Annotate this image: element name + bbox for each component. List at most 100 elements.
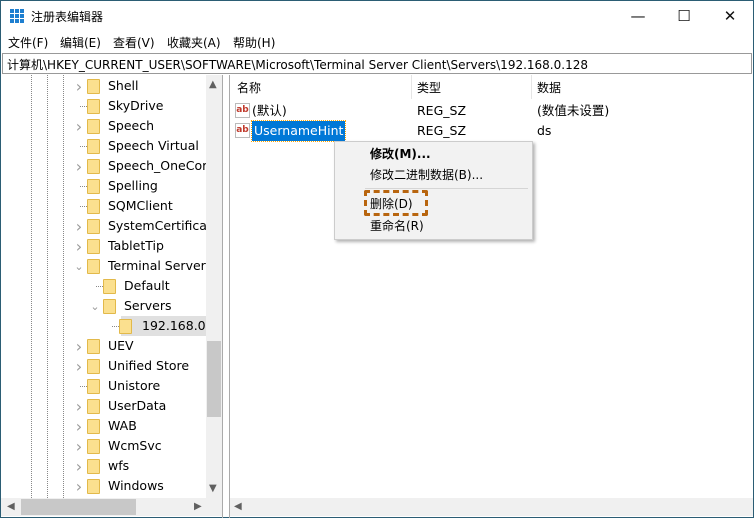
folder-icon xyxy=(87,359,100,374)
tree-item[interactable]: Terminal Server Client xyxy=(87,256,222,276)
menu-bar: 文件(F) 编辑(E) 查看(V) 收藏夹(A) 帮助(H) xyxy=(1,31,753,53)
menu-item-modify[interactable]: 修改(M)... xyxy=(370,144,431,164)
value-name: (默认) xyxy=(252,103,287,118)
menu-item-modify-binary[interactable]: 修改二进制数据(B)... xyxy=(370,165,483,185)
string-value-icon: ab xyxy=(235,123,250,138)
folder-icon xyxy=(87,139,100,154)
tree-item-label: Unified Store xyxy=(108,358,190,373)
chevron-down-icon[interactable]: ⌄ xyxy=(90,297,100,317)
tree-item[interactable]: Unified Store xyxy=(87,356,222,376)
minimize-button[interactable]: — xyxy=(615,1,661,31)
scroll-down-icon[interactable]: ▼ xyxy=(209,483,217,494)
column-header-type[interactable]: 类型 xyxy=(417,78,441,98)
chevron-right-icon[interactable]: › xyxy=(74,397,84,417)
chevron-right-icon[interactable]: › xyxy=(74,357,84,377)
column-header-data[interactable]: 数据 xyxy=(537,78,561,98)
value-data: ds xyxy=(537,123,552,138)
tree-item-label: WcmSvc xyxy=(108,438,162,453)
value-type: REG_SZ xyxy=(417,123,467,138)
folder-icon xyxy=(103,279,116,294)
chevron-right-icon[interactable]: › xyxy=(74,477,84,497)
folder-icon xyxy=(103,299,116,314)
menu-edit[interactable]: 编辑(E) xyxy=(60,34,101,51)
tree-item[interactable]: UserData xyxy=(87,396,222,416)
folder-icon xyxy=(87,439,100,454)
tree-item-label: SkyDrive xyxy=(108,98,164,113)
close-button[interactable]: ✕ xyxy=(707,1,753,31)
scroll-right-icon[interactable]: ▶ xyxy=(194,501,202,512)
chevron-right-icon[interactable]: › xyxy=(74,237,84,257)
tree-item[interactable]: Speech xyxy=(87,116,222,136)
chevron-right-icon[interactable]: › xyxy=(74,337,84,357)
chevron-right-icon[interactable]: › xyxy=(74,77,84,97)
tree-item[interactable]: TabletTip xyxy=(87,236,222,256)
folder-icon xyxy=(119,319,132,334)
chevron-right-icon[interactable]: › xyxy=(74,217,84,237)
tree-pane: › Shell SkyDrive › Speech Speech Virtual › Spee… xyxy=(1,75,223,518)
chevron-right-icon[interactable]: › xyxy=(74,437,84,457)
tree-item[interactable]: Speech_OneCore xyxy=(87,156,222,176)
title-bar: 注册表编辑器 — ☐ ✕ xyxy=(1,1,753,31)
tree-horizontal-scrollbar[interactable]: ◀ ▶ xyxy=(1,498,222,516)
scroll-up-icon[interactable]: ▲ xyxy=(209,79,217,90)
menu-file[interactable]: 文件(F) xyxy=(8,34,48,51)
chevron-right-icon[interactable]: › xyxy=(74,117,84,137)
folder-icon xyxy=(87,159,100,174)
tree-item[interactable]: wfs xyxy=(87,456,222,476)
folder-icon xyxy=(87,399,100,414)
tree-item-label: UEV xyxy=(108,338,134,353)
chevron-right-icon[interactable]: › xyxy=(74,417,84,437)
folder-icon xyxy=(87,339,100,354)
tree-item[interactable]: Default xyxy=(103,276,222,296)
menu-separator xyxy=(365,188,528,189)
folder-icon xyxy=(87,259,100,274)
tree-item-label: Unistore xyxy=(108,378,161,393)
chevron-right-icon[interactable]: › xyxy=(74,157,84,177)
tree-item[interactable]: Servers xyxy=(103,296,222,316)
tree-item-label: SQMClient xyxy=(108,198,173,213)
folder-icon xyxy=(87,459,100,474)
scrollbar-thumb[interactable] xyxy=(21,499,136,515)
tree-item-label: UserData xyxy=(108,398,167,413)
values-horizontal-scrollbar[interactable]: ◀ xyxy=(230,498,753,516)
tree-item[interactable]: UEV xyxy=(87,336,222,356)
tree-item[interactable]: Spelling xyxy=(87,176,222,196)
tree-item[interactable]: SkyDrive xyxy=(87,96,222,116)
scrollbar-thumb[interactable] xyxy=(207,341,221,417)
scroll-left-icon[interactable]: ◀ xyxy=(7,501,15,512)
tree-item[interactable]: WcmSvc xyxy=(87,436,222,456)
column-header-name[interactable]: 名称 xyxy=(237,78,261,98)
chevron-down-icon[interactable]: ⌄ xyxy=(74,257,84,277)
tree-vertical-scrollbar[interactable]: ▲ ▼ xyxy=(206,75,222,498)
menu-view[interactable]: 查看(V) xyxy=(113,34,155,51)
tree-item[interactable]: SQMClient xyxy=(87,196,222,216)
folder-icon xyxy=(87,99,100,114)
tree-item[interactable]: Speech Virtual xyxy=(87,136,222,156)
tree-item[interactable]: Unistore xyxy=(87,376,222,396)
tree-item-label: Speech Virtual xyxy=(108,138,199,153)
maximize-button[interactable]: ☐ xyxy=(661,1,707,31)
folder-icon xyxy=(87,479,100,494)
folder-icon xyxy=(87,239,100,254)
tree-item[interactable]: Shell xyxy=(87,76,222,96)
tree-item-label: TabletTip xyxy=(108,238,164,253)
tree-item-label: Speech_OneCore xyxy=(108,158,215,173)
folder-icon xyxy=(87,199,100,214)
tree-item[interactable]: Windows xyxy=(87,476,222,496)
menu-help[interactable]: 帮助(H) xyxy=(233,34,275,51)
registry-editor-window: 注册表编辑器 — ☐ ✕ 文件(F) 编辑(E) 查看(V) 收藏夹(A) 帮助… xyxy=(0,0,754,518)
menu-favorites[interactable]: 收藏夹(A) xyxy=(167,34,221,51)
folder-icon xyxy=(87,219,100,234)
scroll-left-icon[interactable]: ◀ xyxy=(234,501,242,512)
tree-item-label: Windows xyxy=(108,478,164,493)
address-bar[interactable]: 计算机\HKEY_CURRENT_USER\SOFTWARE\Microsoft… xyxy=(2,53,752,74)
folder-icon xyxy=(87,419,100,434)
tree-item[interactable]: SystemCertificates xyxy=(87,216,222,236)
value-data: (数值未设置) xyxy=(537,103,610,118)
string-value-icon: ab xyxy=(235,103,250,118)
highlight-box xyxy=(364,190,428,216)
tree-item[interactable]: WAB xyxy=(87,416,222,436)
regedit-icon xyxy=(10,9,24,23)
chevron-right-icon[interactable]: › xyxy=(74,457,84,477)
menu-item-rename[interactable]: 重命名(R) xyxy=(370,216,424,236)
